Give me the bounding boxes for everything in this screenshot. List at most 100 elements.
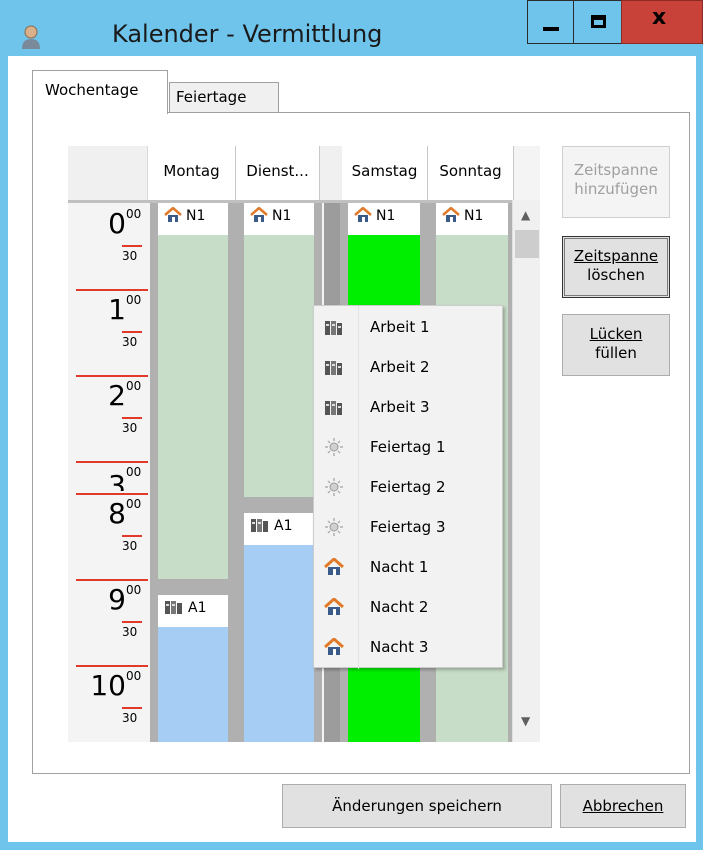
menu-item-label: Feiertag 3 — [370, 518, 446, 536]
time-row: 0 00 30 — [68, 203, 148, 291]
day-column-dienstag[interactable]: N1 A1 — [236, 203, 322, 742]
cancel-button[interactable]: Abbrechen — [560, 784, 686, 828]
menu-item-arbeit-1[interactable]: Arbeit 1 — [314, 308, 504, 348]
menu-item-label: Nacht 2 — [370, 598, 429, 616]
day-column-inner: N1 A1 — [244, 203, 314, 742]
sun-icon — [325, 518, 343, 536]
books-icon — [325, 361, 342, 375]
hour-line — [76, 289, 148, 291]
save-changes-button[interactable]: Änderungen speichern — [282, 784, 552, 828]
time-row: 2 00 30 — [68, 375, 148, 463]
hour-line — [76, 461, 148, 463]
minimize-icon — [543, 27, 559, 31]
minute-30-label: 30 — [122, 249, 138, 263]
block-label: N1 — [436, 203, 508, 235]
hour-label: 10 — [90, 669, 126, 702]
menu-item-label: Nacht 3 — [370, 638, 429, 656]
menu-item-label: Arbeit 3 — [370, 398, 430, 416]
menu-item-nacht-2[interactable]: Nacht 2 — [314, 588, 504, 628]
scroll-up-arrow-icon[interactable]: ▲ — [521, 208, 530, 222]
dialog-window: Kalender - Vermittlung x Wochentage Feie… — [0, 0, 703, 850]
house-icon — [324, 598, 344, 615]
menu-item-nacht-1[interactable]: Nacht 1 — [314, 548, 504, 588]
half-hour-line — [122, 535, 142, 537]
menu-item-label: Feiertag 2 — [370, 478, 446, 496]
house-icon — [250, 207, 268, 222]
minute-30-label: 30 — [122, 335, 138, 349]
time-block-a1[interactable]: A1 — [244, 513, 314, 742]
minute-00-label: 00 — [126, 207, 142, 221]
hour-label: 2 — [108, 379, 126, 412]
fill-gaps-button[interactable]: Lücken füllen — [562, 314, 670, 376]
menu-item-feiertag-3[interactable]: Feiertag 3 — [314, 508, 504, 548]
menu-item-label: Feiertag 1 — [370, 438, 446, 456]
tab-feiertage[interactable]: Feiertage — [169, 82, 279, 112]
menu-item-feiertag-2[interactable]: Feiertag 2 — [314, 468, 504, 508]
minute-30-label: 30 — [122, 539, 138, 553]
delete-timespan-button[interactable]: Zeitspanne löschen — [562, 236, 670, 298]
delete-timespan-label-2: löschen — [587, 266, 645, 284]
menu-item-feiertag-1[interactable]: Feiertag 1 — [314, 428, 504, 468]
hour-line — [76, 579, 148, 581]
day-column-montag[interactable]: N1 A1 — [150, 203, 236, 742]
minute-30-label: 30 — [122, 421, 138, 435]
block-label-text: A1 — [188, 600, 207, 616]
column-gap — [320, 146, 342, 203]
house-icon — [324, 638, 344, 655]
menu-item-arbeit-2[interactable]: Arbeit 2 — [314, 348, 504, 388]
time-block-a1[interactable]: A1 — [158, 595, 228, 742]
hour-label: 1 — [108, 293, 126, 326]
add-timespan-button[interactable]: Zeitspanne hinzufügen — [562, 146, 670, 218]
block-label: A1 — [244, 513, 314, 545]
hour-line — [76, 665, 148, 667]
time-row: 8 00 30 — [68, 493, 148, 581]
fill-gaps-label-1: Lücken — [589, 325, 643, 343]
column-header-dienstag[interactable]: Dienst... — [236, 146, 320, 200]
books-icon — [325, 321, 342, 335]
hour-label: 9 — [108, 583, 126, 616]
add-timespan-label-2: hinzufügen — [574, 180, 658, 198]
half-hour-line — [122, 245, 142, 247]
menu-item-label: Nacht 1 — [370, 558, 429, 576]
time-block-n1[interactable]: N1 — [244, 203, 314, 497]
vertical-scrollbar[interactable]: ▲ ▼ — [512, 200, 540, 742]
time-row: 9 00 30 — [68, 579, 148, 667]
minimize-button[interactable] — [527, 0, 574, 44]
user-icon — [22, 25, 40, 49]
time-row: 3 00 — [68, 461, 148, 491]
menu-item-arbeit-3[interactable]: Arbeit 3 — [314, 388, 504, 428]
books-icon — [251, 519, 268, 532]
minute-00-label: 00 — [126, 497, 142, 511]
time-axis: 0 00 30 1 00 30 2 00 30 3 00 8 00 30 9 0… — [68, 203, 148, 742]
minute-30-label: 30 — [122, 711, 138, 725]
hour-label: 0 — [108, 207, 126, 240]
close-button[interactable]: x — [621, 0, 703, 44]
day-column-inner: N1 A1 — [158, 203, 228, 742]
block-label-text: A1 — [274, 518, 293, 534]
maximize-icon — [591, 15, 606, 28]
fill-gaps-label-2: füllen — [595, 344, 637, 362]
menu-item-nacht-3[interactable]: Nacht 3 — [314, 628, 504, 668]
menu-item-label: Arbeit 1 — [370, 318, 430, 336]
column-header-montag[interactable]: Montag — [148, 146, 236, 200]
block-label: N1 — [348, 203, 420, 235]
half-hour-line — [122, 331, 142, 333]
minute-00-label: 00 — [126, 379, 142, 393]
add-timespan-label-1: Zeitspanne — [573, 161, 659, 179]
half-hour-line — [122, 621, 142, 623]
time-block-n1[interactable]: N1 — [158, 203, 228, 579]
column-header-samstag[interactable]: Samstag — [342, 146, 428, 200]
hour-label: 8 — [108, 497, 126, 530]
tab-wochentage[interactable]: Wochentage — [32, 70, 168, 114]
block-label-text: N1 — [464, 208, 484, 224]
maximize-button[interactable] — [573, 0, 622, 44]
column-header-sonntag[interactable]: Sonntag — [428, 146, 514, 200]
block-label-text: N1 — [186, 208, 206, 224]
header-corner — [68, 146, 148, 200]
scroll-down-arrow-icon[interactable]: ▼ — [521, 714, 530, 728]
block-label: A1 — [158, 595, 228, 627]
scroll-thumb[interactable] — [515, 230, 539, 258]
hour-line — [76, 493, 148, 495]
house-icon — [354, 207, 372, 222]
minute-00-label: 00 — [126, 465, 142, 479]
